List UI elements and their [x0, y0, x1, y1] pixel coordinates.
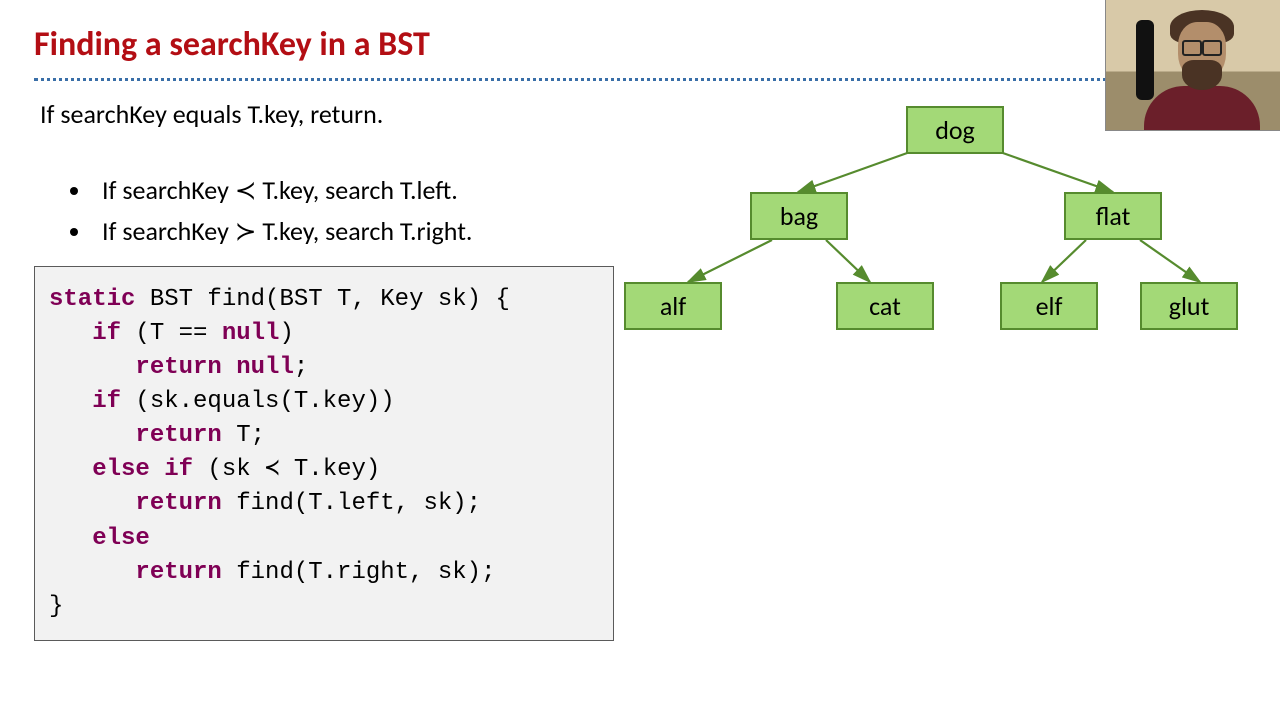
title-divider — [34, 78, 1246, 81]
code-text: (sk.equals(T.key)) — [121, 388, 395, 415]
bullet-item: If searchKey ≻ T.key, search T.right. — [70, 211, 472, 252]
tree-node: glut — [1140, 282, 1238, 330]
bst-diagram: dog bag flat alf cat elf glut — [580, 92, 1260, 352]
slide-title: Finding a searchKey in a BST — [34, 24, 430, 65]
code-text: (sk ≺ T.key) — [193, 456, 380, 483]
person-beard — [1182, 60, 1222, 90]
keyword: return — [49, 354, 222, 381]
keyword: return — [49, 559, 222, 586]
bullet-list: If searchKey ≺ T.key, search T.left. If … — [70, 170, 472, 253]
code-text: } — [49, 593, 63, 620]
tree-node: alf — [624, 282, 722, 330]
tree-node-root: dog — [906, 106, 1004, 154]
webcam-thumbnail — [1105, 0, 1280, 131]
tree-node: elf — [1000, 282, 1098, 330]
keyword: if — [49, 320, 121, 347]
keyword: else — [49, 525, 150, 552]
keyword: else if — [49, 456, 193, 483]
bullet-text: If searchKey — [102, 215, 235, 247]
tree-node: flat — [1064, 192, 1162, 240]
bullet-icon — [70, 228, 78, 236]
greater-than-symbol: ≻ — [235, 217, 257, 246]
code-text: ; — [294, 354, 308, 381]
code-text: find(T.right, sk); — [222, 559, 496, 586]
bullet-icon — [70, 187, 78, 195]
keyword: return — [49, 490, 222, 517]
bullet-item: If searchKey ≺ T.key, search T.left. — [70, 170, 472, 211]
intro-text: If searchKey equals T.key, return. — [40, 98, 383, 130]
bullet-text: T.key, search T.right. — [257, 215, 473, 247]
keyword: null — [236, 354, 294, 381]
keyword: return — [49, 422, 222, 449]
code-text — [222, 354, 236, 381]
keyword: static — [49, 286, 135, 313]
code-text: BST find(BST T, Key sk) { — [135, 286, 509, 313]
bullet-text: T.key, search T.left. — [257, 174, 458, 206]
bullet-text: If searchKey — [102, 174, 235, 206]
less-than-symbol: ≺ — [235, 176, 257, 205]
code-text: find(T.left, sk); — [222, 490, 481, 517]
keyword: if — [49, 388, 121, 415]
chair-shape — [1136, 20, 1154, 100]
glasses-icon — [1182, 40, 1222, 52]
person-body — [1144, 86, 1260, 131]
code-text: (T == — [121, 320, 222, 347]
keyword: null — [222, 320, 280, 347]
tree-node: bag — [750, 192, 848, 240]
code-block: static BST find(BST T, Key sk) { if (T =… — [34, 266, 614, 641]
code-text: T; — [222, 422, 265, 449]
code-text: ) — [279, 320, 293, 347]
tree-node: cat — [836, 282, 934, 330]
